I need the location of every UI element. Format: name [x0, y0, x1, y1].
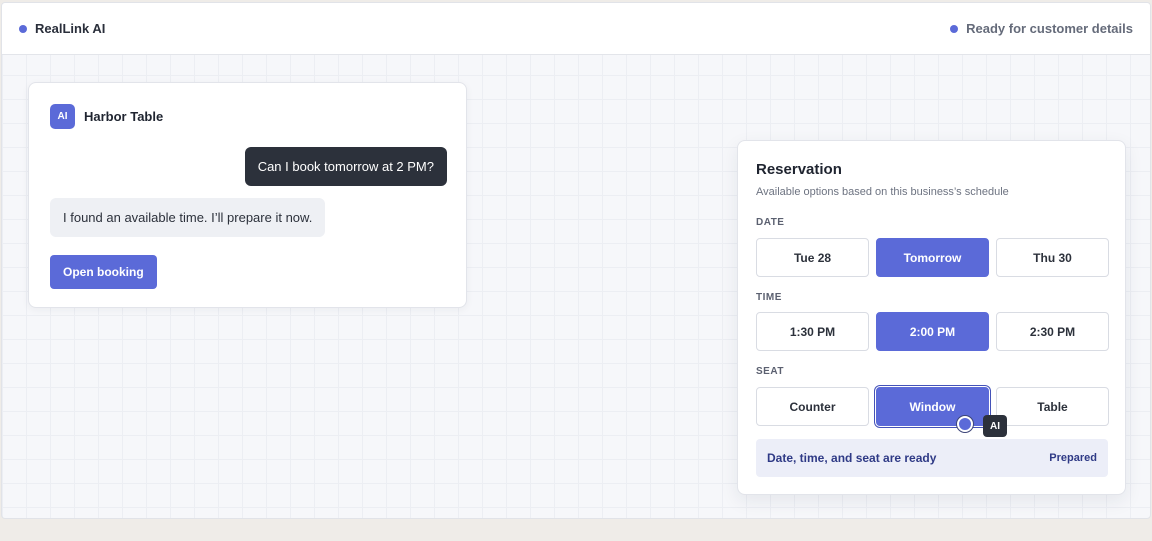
ready-status-text: Date, time, and seat are ready: [767, 451, 937, 465]
reservation-title: Reservation: [756, 161, 842, 178]
time-option-2-30[interactable]: 2:30 PM: [996, 312, 1109, 351]
time-options: 1:30 PM 2:00 PM 2:30 PM: [756, 312, 1109, 351]
reservation-card: Reservation Available options based on t…: [737, 140, 1126, 495]
ready-status-bar: Date, time, and seat are ready Prepared: [756, 439, 1108, 477]
top-bar: RealLink AI Ready for customer details: [2, 3, 1150, 55]
date-option-tue-28[interactable]: Tue 28: [756, 238, 869, 277]
time-option-2-00[interactable]: 2:00 PM: [876, 312, 989, 351]
ai-message: I found an available time. I’ll prepare …: [50, 198, 326, 237]
prepared-badge: Prepared: [1049, 452, 1097, 464]
open-booking-button[interactable]: Open booking: [50, 255, 157, 289]
date-option-thu-30[interactable]: Thu 30: [996, 238, 1109, 277]
date-section-label: DATE: [756, 217, 785, 228]
time-option-1-30[interactable]: 1:30 PM: [756, 312, 869, 351]
date-options: Tue 28 Tomorrow Thu 30: [756, 238, 1109, 277]
date-option-tomorrow[interactable]: Tomorrow: [876, 238, 989, 277]
cursor-dot-icon: [957, 416, 973, 432]
seat-option-counter[interactable]: Counter: [756, 387, 869, 426]
chat-title: Harbor Table: [84, 109, 164, 124]
seat-options: Counter Window Table: [756, 387, 1109, 426]
brand-name: RealLink AI: [35, 21, 106, 36]
brand: RealLink AI: [19, 21, 105, 36]
user-message: Can I book tomorrow at 2 PM?: [244, 147, 447, 186]
seat-section-label: SEAT: [756, 366, 784, 377]
seat-option-table[interactable]: Table: [996, 387, 1109, 426]
brand-dot-icon: [19, 24, 27, 33]
status-dot-icon: [950, 24, 959, 33]
ai-cursor-label: AI: [983, 415, 1007, 437]
status-indicator: Ready for customer details: [950, 21, 1133, 36]
ai-avatar-icon: AI: [50, 104, 75, 129]
reservation-subtitle: Available options based on this business…: [756, 186, 1009, 198]
chat-card: AI Harbor Table Can I book tomorrow at 2…: [28, 82, 467, 308]
chat-header: AI Harbor Table: [50, 104, 163, 129]
time-section-label: TIME: [756, 292, 782, 303]
status-text: Ready for customer details: [966, 21, 1133, 36]
